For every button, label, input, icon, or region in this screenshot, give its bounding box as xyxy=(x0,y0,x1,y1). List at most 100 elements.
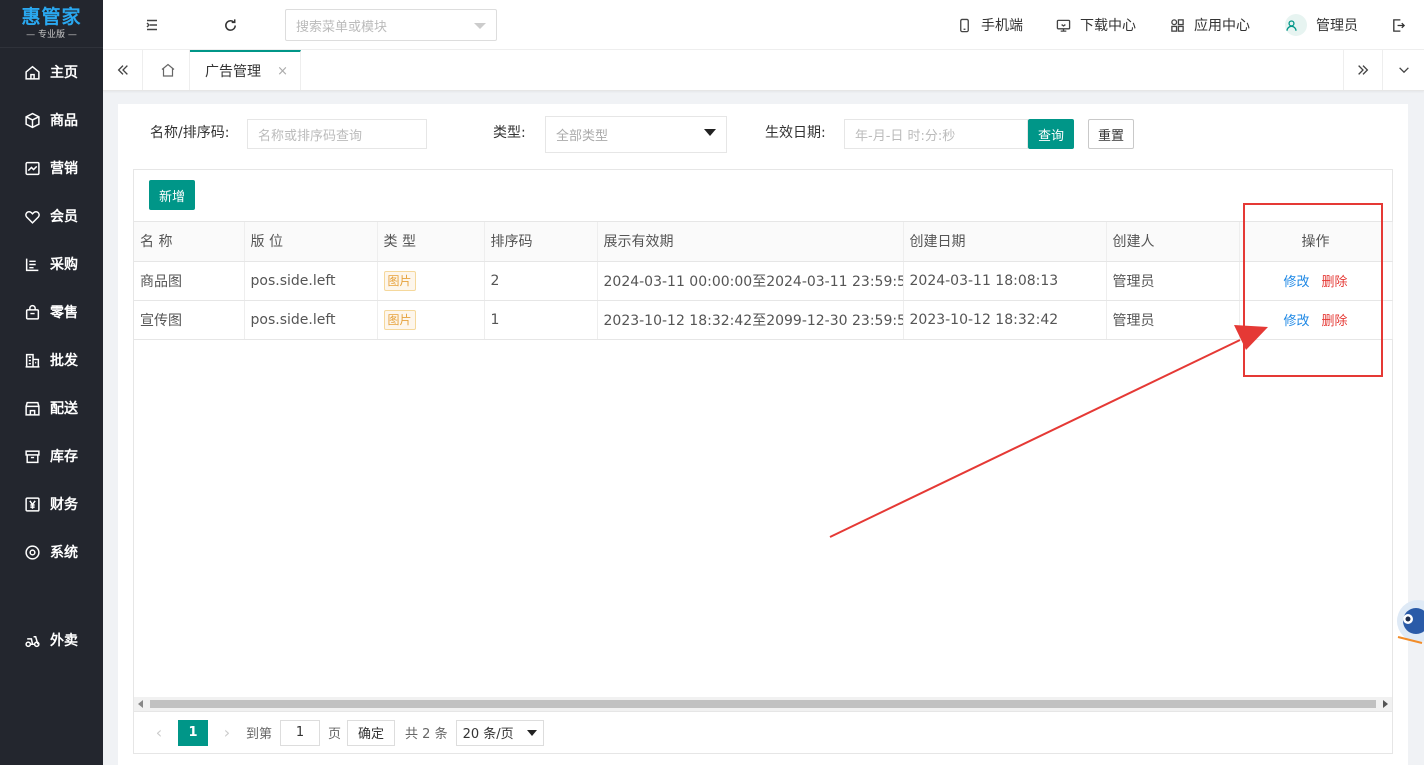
type-tag: 图片 xyxy=(383,309,416,330)
column-header[interactable]: 创建日期 xyxy=(903,222,1107,262)
user-name: 管理员 xyxy=(1316,18,1358,34)
name-filter-placeholder: 名称或排序码查询 xyxy=(258,128,363,144)
table-row[interactable]: 宣传图 pos.side.left 图片 1 2023-10-12 18:32:… xyxy=(134,300,1393,340)
sidebar-item-member[interactable]: 会员 xyxy=(0,192,103,240)
cell-period: 2024-03-11 00:00:00至2024-03-11 23:59:59 xyxy=(597,261,904,301)
purchase-icon xyxy=(25,258,39,271)
tab-ad-management[interactable]: 广告管理 × xyxy=(190,50,301,90)
sidebar-item-label: 采购 xyxy=(50,257,78,273)
brand-name: 惠管家 xyxy=(21,5,82,28)
sidebar-item-system[interactable]: 系统 xyxy=(0,528,103,576)
close-icon[interactable]: × xyxy=(277,64,288,79)
sidebar-item-goods[interactable]: 商品 xyxy=(0,96,103,144)
refresh-icon[interactable] xyxy=(219,14,241,36)
tab-bar: 广告管理 × xyxy=(103,50,1424,91)
sidebar-nav: 主页 商品 营销 会员 采购 零售 批发 配送 库存 财务 系统 外卖 xyxy=(0,48,103,664)
reset-button[interactable]: 重置 xyxy=(1088,119,1134,149)
tabs-scroll-left-button[interactable] xyxy=(103,50,143,90)
column-header[interactable]: 展示有效期 xyxy=(597,222,904,262)
content-card: 名称/排序码: 名称或排序码查询 类型: 全部类型 生效日期: 年-月-日 时:… xyxy=(118,104,1408,765)
home-icon xyxy=(25,65,40,80)
prev-page-icon[interactable]: ‹ xyxy=(146,723,172,742)
table-toolbar: 新增 xyxy=(134,170,1392,222)
yen-icon xyxy=(25,496,40,512)
page-size-select[interactable]: 20 条/页 xyxy=(455,719,544,746)
apps-grid-icon xyxy=(1171,18,1184,32)
column-header-actions: 操作 xyxy=(1239,222,1393,262)
column-header[interactable]: 版 位 xyxy=(244,222,378,262)
building-icon xyxy=(25,353,40,368)
bag-icon xyxy=(25,304,40,320)
type-filter-select[interactable]: 全部类型 xyxy=(545,116,727,153)
delete-link[interactable]: 删除 xyxy=(1322,314,1348,329)
scroll-left-icon[interactable] xyxy=(138,700,143,708)
pagination: ‹ 1 › 到第 1 页 确定 共 2 条 20 条/页 xyxy=(134,711,1392,753)
page-number-current[interactable]: 1 xyxy=(178,719,208,746)
sidebar-item-label: 主页 xyxy=(50,65,78,81)
cell-creator: 管理员 xyxy=(1106,261,1240,301)
monitor-icon xyxy=(1056,19,1071,32)
scroll-right-icon[interactable] xyxy=(1383,700,1388,708)
app-center-link[interactable]: 应用中心 xyxy=(1170,0,1250,50)
next-page-icon[interactable]: › xyxy=(214,723,240,742)
goto-confirm-button[interactable]: 确定 xyxy=(347,719,396,746)
tabs-dropdown-button[interactable] xyxy=(1384,50,1424,90)
goto-page-input[interactable]: 1 xyxy=(280,719,321,746)
brand-logo[interactable]: 惠管家 — 专业版 — xyxy=(0,0,103,48)
download-center-link[interactable]: 下载中心 xyxy=(1056,0,1136,50)
app-center-label: 应用中心 xyxy=(1194,18,1250,34)
add-button[interactable]: 新增 xyxy=(149,180,195,210)
query-button[interactable]: 查询 xyxy=(1028,119,1074,149)
chevron-down-icon xyxy=(1399,67,1409,74)
cell-created: 2023-10-12 18:32:42 xyxy=(903,300,1107,340)
user-menu[interactable]: 管理员 xyxy=(1285,0,1358,50)
sidebar-item-label: 库存 xyxy=(50,449,78,465)
date-filter-placeholder: 年-月-日 时:分:秒 xyxy=(855,128,956,144)
column-header[interactable]: 名 称 xyxy=(134,222,245,262)
column-header[interactable]: 排序码 xyxy=(484,222,598,262)
cell-actions: 修改 删除 xyxy=(1239,261,1393,301)
delete-link[interactable]: 删除 xyxy=(1322,275,1348,290)
sidebar-item-purchase[interactable]: 采购 xyxy=(0,240,103,288)
tabs-scroll-right-button[interactable] xyxy=(1343,50,1383,90)
sidebar-item-retail[interactable]: 零售 xyxy=(0,288,103,336)
inventory-icon xyxy=(25,449,40,463)
type-filter-label: 类型: xyxy=(493,125,526,141)
assistant-robot-icon[interactable] xyxy=(1394,583,1424,653)
chevron-down-icon xyxy=(704,129,716,136)
menu-search-select[interactable]: 搜索菜单或模块 xyxy=(285,9,497,41)
cell-type: 图片 xyxy=(377,261,485,301)
edit-link[interactable]: 修改 xyxy=(1283,275,1309,290)
edit-link[interactable]: 修改 xyxy=(1283,314,1309,329)
download-center-label: 下载中心 xyxy=(1080,18,1136,34)
sidebar-item-wholesale[interactable]: 批发 xyxy=(0,336,103,384)
name-filter-input[interactable]: 名称或排序码查询 xyxy=(247,119,427,149)
sidebar-item-home[interactable]: 主页 xyxy=(0,48,103,96)
type-tag: 图片 xyxy=(383,270,416,291)
column-header[interactable]: 类 型 xyxy=(377,222,485,262)
mobile-link[interactable]: 手机端 xyxy=(957,0,1023,50)
table-row[interactable]: 商品图 pos.side.left 图片 2 2024-03-11 00:00:… xyxy=(134,261,1393,301)
date-filter-input[interactable]: 年-月-日 时:分:秒 xyxy=(844,119,1028,149)
table-header-row: 名 称 版 位 类 型 排序码 展示有效期 创建日期 创建人 操作 xyxy=(134,222,1393,262)
goto-label: 到第 xyxy=(246,727,273,742)
sidebar-item-takeaway[interactable]: 外卖 xyxy=(0,616,103,664)
cell-name: 商品图 xyxy=(134,261,245,301)
tab-home[interactable] xyxy=(146,50,190,90)
double-chevron-left-icon xyxy=(117,65,128,75)
cell-sort: 1 xyxy=(484,300,598,340)
logout-icon[interactable] xyxy=(1387,14,1409,36)
cell-position: pos.side.left xyxy=(244,300,378,340)
heart-icon xyxy=(25,210,40,224)
column-header[interactable]: 创建人 xyxy=(1106,222,1240,262)
sidebar-item-marketing[interactable]: 营销 xyxy=(0,144,103,192)
sidebar-item-inventory[interactable]: 库存 xyxy=(0,432,103,480)
menu-collapse-icon[interactable] xyxy=(141,14,163,36)
cell-position: pos.side.left xyxy=(244,261,378,301)
mobile-link-label: 手机端 xyxy=(981,18,1023,34)
horizontal-scrollbar[interactable] xyxy=(134,697,1392,711)
sidebar-item-delivery[interactable]: 配送 xyxy=(0,384,103,432)
sidebar-item-finance[interactable]: 财务 xyxy=(0,480,103,528)
scrollbar-thumb[interactable] xyxy=(150,700,1376,708)
home-icon xyxy=(161,63,174,77)
